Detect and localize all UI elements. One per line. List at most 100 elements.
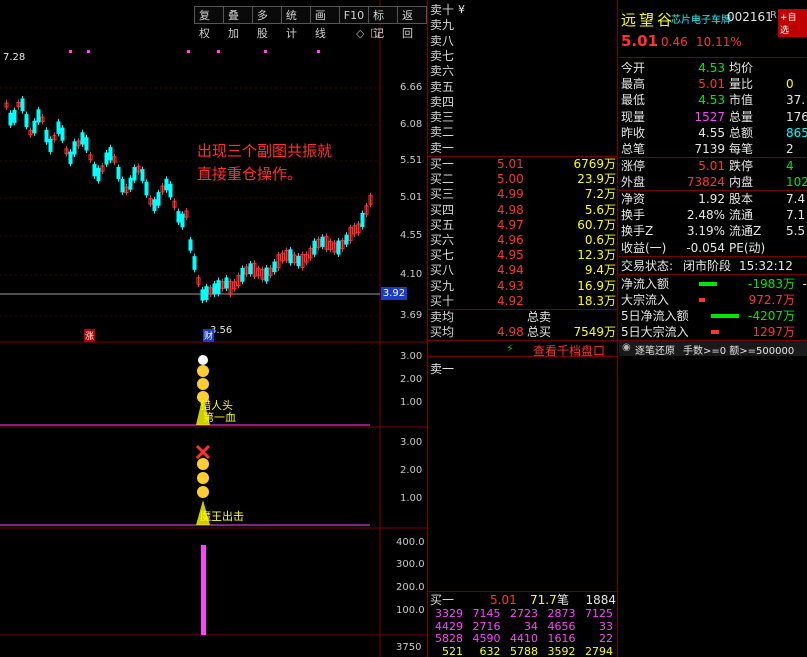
annotation-line2: 直接重仓操作。 (197, 165, 303, 183)
sub3-axis-tick: 400.0 (396, 537, 425, 548)
queue-cell: 2794 (585, 644, 613, 657)
lightning-icon: ⚡ (506, 342, 514, 355)
fund-flow-row: 5日净流入额 -4207万 (621, 308, 807, 324)
q-rows-row: 昨收 4.55 总额 865 (621, 125, 807, 141)
sub2-axis-tick: 1.00 (400, 493, 423, 504)
stat-label: 每笔 (729, 142, 754, 156)
buy-level-price: 4.96 (497, 233, 524, 247)
trade-status-label: 交易状态: (621, 259, 674, 273)
buy-level-row[interactable]: 买五 4.97 60.7万 (430, 218, 616, 233)
toolbar-button-3[interactable]: 统计 (280, 6, 310, 40)
sell-level-row[interactable]: 卖五 (430, 80, 616, 95)
diamond-icon[interactable]: ◇ (356, 27, 364, 40)
tick-restore-bar[interactable]: ◉ 逐笔还原 手数>=0 额>=500000 (619, 341, 807, 357)
stat-value: 4.55 (698, 125, 725, 140)
fund-flow-label: 大宗流入 (621, 293, 670, 307)
close-icon[interactable]: □ (370, 26, 380, 39)
buy-level-vol: 23.9万 (577, 172, 616, 187)
sell-level-row[interactable]: 卖二 (430, 125, 616, 140)
toolbar-button-6[interactable]: 标记 (368, 6, 398, 40)
buy-level-row[interactable]: 买一 5.01 6769万 (430, 157, 616, 172)
buy-level-label: 买六 (430, 233, 455, 247)
sell-level-row[interactable]: 卖四 (430, 95, 616, 110)
toolbar-button-5[interactable]: F10 (338, 6, 369, 24)
candle (288, 249, 293, 264)
buy-level-vol: 6769万 (573, 157, 616, 171)
sub3-axis-tick: 100.0 (396, 605, 425, 616)
buy-level-vol: 12.3万 (577, 248, 616, 263)
candle (188, 239, 193, 251)
buy-level-row[interactable]: 买九 4.93 16.9万 (430, 279, 616, 294)
toolbar-button-2[interactable]: 多股 (251, 6, 281, 40)
buy-level-row[interactable]: 买六 4.96 0.6万 (430, 233, 616, 248)
stat-value: -0.054 (686, 240, 725, 255)
candle (92, 164, 97, 177)
candle (272, 261, 277, 273)
sell-level-row[interactable]: 卖七 (430, 49, 616, 64)
tick-filter[interactable]: 手数>=0 额>=500000 (683, 342, 794, 357)
kline-chart-area[interactable]: 复权 叠加 多股 统计 画线 F10 标记 返回 ◇ □ 7.28 3.56 6.66 6.08… (0, 0, 427, 657)
stat-label: 流通 (729, 208, 754, 223)
queue-cell: 521 (442, 644, 463, 657)
sell-level-row[interactable]: 卖九 (430, 18, 616, 33)
sell-level-row[interactable]: 卖三 (430, 110, 616, 125)
stat-label: 昨收 (621, 125, 646, 140)
buy-level-label: 买一 (430, 157, 455, 171)
candle (296, 255, 301, 267)
sell-level-label: 卖五 (430, 79, 455, 94)
sell-level-row[interactable]: 卖六 (430, 64, 616, 79)
stat-value: 5.01 (698, 159, 725, 173)
buy-level-row[interactable]: 买三 4.99 7.2万 (430, 187, 616, 202)
stat-label: 流通Z (729, 224, 762, 239)
candle (320, 236, 325, 247)
buy-level-vol: 0.6万 (584, 233, 616, 247)
stock-concept[interactable]: 芯片电子车牌 (671, 11, 731, 26)
buy-level-row[interactable]: 买二 5.00 23.9万 (430, 172, 616, 187)
buy-level-label: 买五 (430, 217, 455, 232)
sub1-label-firstblood: 第一血 (203, 411, 236, 424)
buy-level-row[interactable]: 买四 4.98 5.6万 (430, 203, 616, 218)
sub3-axis-tick: 300.0 (396, 559, 425, 570)
buy-level-row[interactable]: 买七 4.95 12.3万 (430, 248, 616, 263)
buy-level-price: 5.01 (497, 157, 524, 171)
sub3-axis-tick: 200.0 (396, 582, 425, 593)
price-axis-tick: 6.08 (400, 119, 423, 130)
view-depth-link[interactable]: 查看千档盘口 (533, 342, 605, 359)
toolbar-button-7[interactable]: 返回 (397, 6, 427, 40)
sub3-bar (201, 545, 206, 635)
queue-cell: 3329 (435, 607, 463, 620)
buy-level-price: 4.98 (497, 202, 524, 217)
sub3-bottom-tick: 3750 (396, 642, 422, 653)
add-watchlist-button[interactable]: +自选 (778, 9, 807, 37)
toolbar-button-1[interactable]: 叠加 (222, 6, 252, 40)
buy-level-row[interactable]: 买十 4.92 18.3万 (430, 294, 616, 309)
price-change-pct: 10.11% (696, 35, 742, 49)
fund-flow-value: 972.7万 (748, 293, 795, 307)
view-depth-bar[interactable]: ⚡ 查看千档盘口 (428, 340, 618, 359)
sell-avg-row: 卖均 总卖 (430, 310, 616, 325)
total-buy-label: 总买 (527, 325, 552, 339)
toolbar-button-0[interactable]: 复权 (194, 6, 223, 40)
queue-cell: 2716 (472, 619, 501, 633)
toolbar-button-4[interactable]: 画线 (309, 6, 339, 40)
buy-level-price: 4.97 (497, 217, 524, 232)
q-limit-row: 外盘 73824 内盘 102 (621, 174, 807, 190)
tick-restore-title[interactable]: 逐笔还原 (635, 342, 675, 357)
q-rows-row: 现量 1527 总量 176 (621, 109, 807, 125)
sub1-axis-tick: 1.00 (400, 397, 423, 408)
buy-level-row[interactable]: 买八 4.94 9.4万 (430, 263, 616, 278)
candle (248, 263, 253, 275)
queue-cell: 632 (479, 644, 501, 657)
queue-cell: 2723 (510, 607, 538, 620)
sub2-label: 魔王出击 (200, 510, 244, 523)
sell-level-row[interactable]: 卖一 (430, 141, 616, 156)
candle (140, 169, 145, 181)
stat-value: 7.4 (786, 192, 806, 206)
candle (212, 283, 217, 295)
tick-toggle-icon[interactable]: ◉ (622, 342, 631, 353)
stat-label: 涨停 (621, 159, 646, 173)
buy-level-label: 买九 (430, 278, 455, 293)
price-axis-tick: 3.69 (400, 310, 423, 321)
fund-flow-value: -1983万 (748, 277, 795, 291)
sell-level-row[interactable]: 卖八 (430, 34, 616, 49)
